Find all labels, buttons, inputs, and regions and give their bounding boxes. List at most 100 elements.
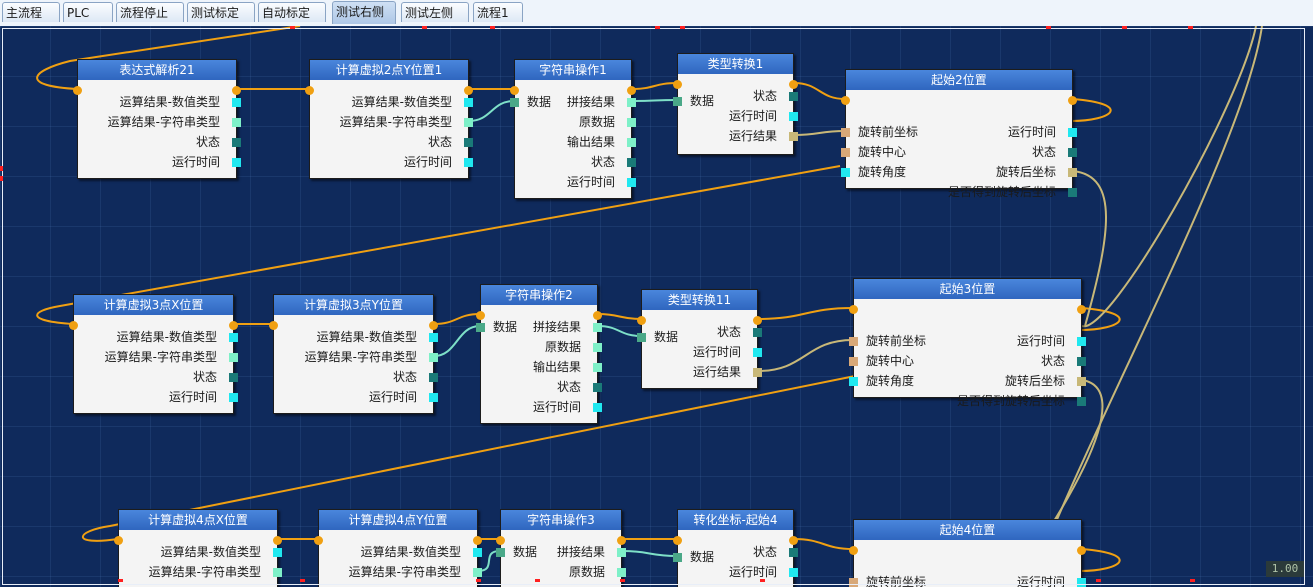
input-port[interactable] — [849, 578, 858, 587]
output-port[interactable] — [617, 568, 626, 577]
flow-out-port[interactable] — [627, 86, 636, 95]
output-port[interactable] — [464, 98, 473, 107]
input-port[interactable] — [849, 357, 858, 366]
flow-out-port[interactable] — [1077, 546, 1086, 555]
output-port[interactable] — [1077, 357, 1086, 366]
flow-out-port[interactable] — [617, 536, 626, 545]
flow-out-port[interactable] — [273, 536, 282, 545]
node-0[interactable]: 表达式解析21 运算结果-数值类型 运算结果-字符串类型 状态 运行时间 — [73, 59, 241, 179]
tab-1[interactable]: PLC — [63, 2, 113, 22]
output-port[interactable] — [593, 343, 602, 352]
output-port[interactable] — [627, 98, 636, 107]
output-port[interactable] — [464, 158, 473, 167]
output-port[interactable] — [627, 118, 636, 127]
input-port[interactable] — [841, 148, 850, 157]
node-3[interactable]: 类型转换1 状态 运行时间 运行结果 数据 — [673, 53, 798, 155]
input-port[interactable] — [510, 98, 519, 107]
output-port[interactable] — [229, 333, 238, 342]
flow-in-port[interactable] — [269, 321, 278, 330]
node-10[interactable]: 计算虚拟4点X位置 运算结果-数值类型 运算结果-字符串类型 — [114, 509, 282, 587]
flow-out-port[interactable] — [464, 86, 473, 95]
output-port[interactable] — [464, 118, 473, 127]
output-port[interactable] — [1068, 128, 1077, 137]
flow-in-port[interactable] — [673, 80, 682, 89]
flow-in-port[interactable] — [73, 86, 82, 95]
output-port[interactable] — [232, 118, 241, 127]
tab-6[interactable]: 测试左侧 — [401, 2, 469, 22]
input-port[interactable] — [496, 548, 505, 557]
tab-0[interactable]: 主流程 — [2, 2, 60, 22]
input-port[interactable] — [841, 128, 850, 137]
tab-4[interactable]: 自动标定 — [258, 2, 326, 22]
input-port[interactable] — [841, 168, 850, 177]
output-port[interactable] — [593, 363, 602, 372]
tab-2[interactable]: 流程停止 — [116, 2, 184, 22]
output-port[interactable] — [232, 158, 241, 167]
flow-in-port[interactable] — [496, 536, 505, 545]
node-4[interactable]: 起始2位置 运行时间 状态 旋转后坐标 是否得到旋转后坐标 旋转前坐标 旋转中心 旋转角度 — [841, 69, 1077, 199]
output-port[interactable] — [1077, 377, 1086, 386]
tab-3[interactable]: 测试标定 — [187, 2, 255, 22]
flow-in-port[interactable] — [637, 316, 646, 325]
output-port[interactable] — [627, 138, 636, 147]
flow-in-port[interactable] — [849, 305, 858, 314]
input-port[interactable] — [476, 323, 485, 332]
output-port[interactable] — [617, 548, 626, 557]
output-port[interactable] — [1068, 168, 1077, 177]
output-port[interactable] — [1077, 397, 1086, 406]
output-port[interactable] — [789, 548, 798, 557]
node-6[interactable]: 计算虚拟3点Y位置 运算结果-数值类型 运算结果-字符串类型 状态 运行时间 — [269, 294, 438, 414]
node-2[interactable]: 字符串操作1 拼接结果 原数据 输出结果 状态 运行时间 数据 — [510, 59, 636, 199]
node-14[interactable]: 起始4位置 运行时间 旋转前坐标 — [849, 519, 1086, 587]
output-port[interactable] — [464, 138, 473, 147]
flow-out-port[interactable] — [1068, 96, 1077, 105]
flow-canvas[interactable]: 表达式解析21 运算结果-数值类型 运算结果-字符串类型 状态 运行时间 计算虚拟2点Y位… — [0, 26, 1313, 587]
flow-out-port[interactable] — [593, 311, 602, 320]
node-9[interactable]: 起始3位置 运行时间 状态 旋转后坐标 是否得到旋转后坐标 旋转前坐标 旋转中心 旋转角度 — [849, 278, 1086, 408]
node-7[interactable]: 字符串操作2 拼接结果 原数据 输出结果 状态 运行时间 数据 — [476, 284, 602, 424]
node-12[interactable]: 字符串操作3 拼接结果 原数据 数据 — [496, 509, 626, 587]
output-port[interactable] — [1068, 148, 1077, 157]
output-port[interactable] — [232, 98, 241, 107]
output-port[interactable] — [229, 373, 238, 382]
output-port[interactable] — [627, 158, 636, 167]
node-11[interactable]: 计算虚拟4点Y位置 运算结果-数值类型 运算结果-字符串类型 — [314, 509, 482, 587]
tab-7[interactable]: 流程1 — [473, 2, 523, 22]
input-port[interactable] — [673, 553, 682, 562]
flow-in-port[interactable] — [510, 86, 519, 95]
output-port[interactable] — [229, 353, 238, 362]
input-port[interactable] — [637, 333, 646, 342]
flow-in-port[interactable] — [114, 536, 123, 545]
flow-in-port[interactable] — [305, 86, 314, 95]
output-port[interactable] — [1077, 578, 1086, 587]
output-port[interactable] — [273, 568, 282, 577]
flow-out-port[interactable] — [473, 536, 482, 545]
node-13[interactable]: 转化坐标-起始4 状态 运行时间 数据 — [673, 509, 798, 587]
input-port[interactable] — [849, 377, 858, 386]
node-1[interactable]: 计算虚拟2点Y位置1 运算结果-数值类型 运算结果-字符串类型 状态 运行时间 — [305, 59, 473, 179]
output-port[interactable] — [789, 112, 798, 121]
flow-out-port[interactable] — [229, 321, 238, 330]
output-port[interactable] — [429, 353, 438, 362]
flow-out-port[interactable] — [753, 316, 762, 325]
flow-in-port[interactable] — [849, 546, 858, 555]
output-port[interactable] — [593, 323, 602, 332]
output-port[interactable] — [429, 333, 438, 342]
output-port[interactable] — [229, 393, 238, 402]
tab-5[interactable]: 测试右侧 — [332, 1, 396, 24]
output-port[interactable] — [273, 548, 282, 557]
output-port[interactable] — [473, 548, 482, 557]
output-port[interactable] — [429, 373, 438, 382]
output-port[interactable] — [753, 368, 762, 377]
node-8[interactable]: 类型转换11 状态 运行时间 运行结果 数据 — [637, 289, 762, 389]
output-port[interactable] — [789, 132, 798, 141]
flow-out-port[interactable] — [232, 86, 241, 95]
output-port[interactable] — [789, 92, 798, 101]
output-port[interactable] — [593, 403, 602, 412]
output-port[interactable] — [753, 348, 762, 357]
flow-out-port[interactable] — [1077, 305, 1086, 314]
flow-in-port[interactable] — [69, 321, 78, 330]
flow-in-port[interactable] — [476, 311, 485, 320]
output-port[interactable] — [232, 138, 241, 147]
output-port[interactable] — [627, 178, 636, 187]
